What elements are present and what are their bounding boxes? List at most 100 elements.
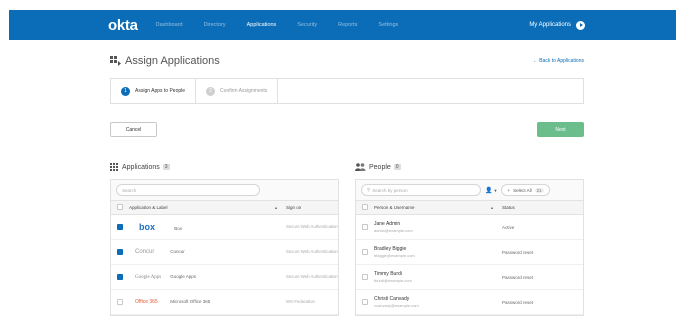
plus-icon: + — [507, 187, 511, 193]
applications-panel: Applications 3 Search Application & Labe… — [110, 161, 339, 316]
row-checkbox-cell[interactable] — [356, 239, 374, 265]
select-all-button[interactable]: + Select All 21 — [501, 184, 550, 196]
cancel-button[interactable]: Cancel — [110, 122, 157, 137]
step-1-label: Assign Apps to People — [135, 88, 186, 94]
select-all-count: 21 — [534, 187, 544, 193]
wizard-steps: 1 Assign Apps to People 2 Confirm Assign… — [110, 78, 584, 104]
select-all-apps-checkbox-cell[interactable] — [111, 200, 129, 215]
step-2-number: 2 — [206, 86, 216, 96]
row-checkbox-cell[interactable] — [111, 289, 129, 315]
row-checkbox[interactable] — [117, 273, 123, 280]
wizard-actions: Cancel Next — [110, 122, 584, 137]
table-row[interactable]: box Box Secure Web Authentication — [111, 214, 338, 240]
box-logo: box — [139, 222, 156, 232]
people-count: 0 — [393, 164, 401, 170]
table-row[interactable]: Timmy Burdi tburdi@example.com Password … — [356, 264, 583, 290]
row-checkbox-cell[interactable] — [356, 264, 374, 290]
page: okta Dashboard Directory Applications Se… — [0, 0, 686, 323]
person-icon: 👤 — [485, 187, 493, 194]
table-row[interactable]: Concur Concur Secure Web Authentication — [111, 239, 338, 265]
person-name: Jane Admin — [374, 221, 401, 227]
row-checkbox[interactable] — [117, 223, 123, 230]
person-status: Password reset — [502, 239, 583, 265]
row-checkbox[interactable] — [362, 298, 368, 305]
row-checkbox-cell[interactable] — [111, 239, 129, 265]
row-checkbox[interactable] — [117, 248, 123, 255]
people-search-input[interactable]: ⚲ Search by person — [361, 184, 481, 196]
signon-method: Secure Web Authentication — [286, 239, 338, 265]
nav-security[interactable]: Security — [297, 22, 317, 28]
table-row[interactable]: Office 365 Microsoft Office 365 WS-Feder… — [111, 289, 338, 315]
people-header-row: Person & Username ▲ Status — [356, 200, 583, 215]
person-status: Password reset — [502, 289, 583, 315]
person-name: Timmy Burdi — [374, 271, 402, 277]
people-panel-title: People 0 — [355, 161, 584, 173]
app-label-header-text: Application & Label — [129, 205, 168, 210]
person-header[interactable]: Person & Username ▲ — [374, 200, 502, 215]
signon-header: Sign on — [286, 200, 338, 215]
row-checkbox-cell[interactable] — [111, 264, 129, 290]
app-cell: box Box — [129, 214, 286, 240]
applications-search-input[interactable]: Search — [116, 184, 260, 196]
row-checkbox-cell[interactable] — [111, 214, 129, 240]
table-row[interactable]: Google Apps Google Apps Secure Web Authe… — [111, 264, 338, 290]
okta-logo[interactable]: okta — [108, 17, 138, 34]
person-email: ccanvady@example.com — [374, 303, 419, 308]
person-email: bbiggie@example.com — [374, 253, 415, 258]
row-checkbox-cell[interactable] — [356, 289, 374, 315]
nav-settings[interactable]: Settings — [378, 22, 398, 28]
applications-title: Applications — [122, 163, 160, 171]
people-title: People — [369, 163, 391, 171]
person-status: Password reset — [502, 264, 583, 290]
step-confirm-assignments[interactable]: 2 Confirm Assignments — [196, 79, 279, 103]
signon-method: Secure Web Authentication — [286, 214, 338, 240]
row-checkbox-cell[interactable] — [356, 214, 374, 240]
back-to-applications-link[interactable]: ← Back to Applications — [533, 58, 584, 64]
person-filter-dropdown[interactable]: 👤 ▼ — [485, 187, 497, 194]
nav-reports[interactable]: Reports — [338, 22, 357, 28]
app-cell: Office 365 Microsoft Office 365 — [129, 289, 286, 315]
row-checkbox[interactable] — [362, 273, 368, 280]
app-label: Concur — [170, 249, 185, 254]
select-all-people-checkbox-cell[interactable] — [356, 200, 374, 215]
top-nav-bar: okta Dashboard Directory Applications Se… — [9, 10, 676, 40]
app-label: Microsoft Office 365 — [170, 299, 211, 304]
row-checkbox[interactable] — [117, 298, 123, 305]
applications-table: Application & Label ▲ Sign on box Box Se… — [111, 200, 338, 315]
page-title-text: Assign Applications — [125, 55, 220, 67]
select-all-people-checkbox[interactable] — [362, 204, 368, 210]
table-row[interactable]: Bradley Biggie bbiggie@example.com Passw… — [356, 239, 583, 265]
sort-caret-icon[interactable]: ▲ — [490, 205, 494, 210]
people-panel: People 0 ⚲ Search by person 👤 ▼ + Select… — [355, 161, 584, 316]
main-nav: Dashboard Directory Applications Securit… — [156, 22, 420, 28]
person-cell: Jane Admin admin@example.com — [374, 214, 502, 240]
google-apps-logo: Google Apps — [135, 275, 162, 280]
nav-directory[interactable]: Directory — [204, 22, 226, 28]
search-icon: ⚲ — [367, 187, 371, 192]
table-row[interactable]: Jane Admin admin@example.com Active — [356, 214, 583, 240]
step-2-label: Confirm Assignments — [220, 88, 268, 94]
person-status: Active — [502, 214, 583, 240]
nav-applications[interactable]: Applications — [247, 22, 277, 28]
assign-apps-icon — [110, 56, 121, 66]
applications-header-row: Application & Label ▲ Sign on — [111, 200, 338, 215]
sort-caret-icon[interactable]: ▲ — [274, 205, 278, 210]
people-search-row: ⚲ Search by person 👤 ▼ + Select All 21 — [356, 180, 583, 200]
arrow-circle-icon — [576, 20, 585, 30]
office-365-logo: Office 365 — [135, 299, 158, 305]
step-assign-apps[interactable]: 1 Assign Apps to People — [111, 79, 197, 103]
person-name: Bradley Biggie — [374, 246, 407, 252]
next-button[interactable]: Next — [537, 122, 584, 137]
app-label-header[interactable]: Application & Label ▲ — [129, 200, 286, 215]
table-row[interactable]: Christi Canvady ccanvady@example.com Pas… — [356, 289, 583, 315]
person-cell: Timmy Burdi tburdi@example.com — [374, 264, 502, 290]
row-checkbox[interactable] — [362, 248, 368, 255]
row-checkbox[interactable] — [362, 223, 368, 230]
applications-search-row: Search — [111, 180, 338, 200]
my-applications-link[interactable]: My Applications — [529, 20, 585, 30]
select-all-apps-checkbox[interactable] — [117, 204, 123, 210]
page-title: Assign Applications — [110, 55, 220, 67]
applications-panel-title: Applications 3 — [110, 161, 339, 173]
nav-dashboard[interactable]: Dashboard — [156, 22, 183, 28]
person-cell: Bradley Biggie bbiggie@example.com — [374, 239, 502, 265]
